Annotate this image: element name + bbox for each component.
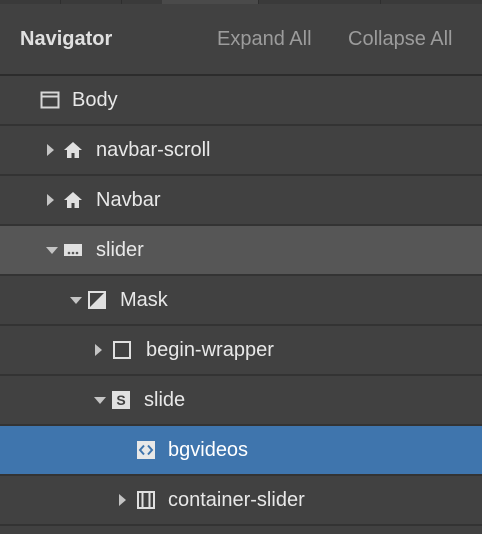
expand-caret-icon[interactable] — [91, 326, 105, 374]
collapse-caret-icon[interactable] — [69, 276, 83, 324]
collapse-caret-icon[interactable] — [93, 376, 107, 424]
home-icon — [63, 140, 83, 160]
slide-icon: S — [111, 390, 131, 410]
collapse-caret-icon[interactable] — [45, 226, 59, 274]
tree-row-label: Mask — [120, 289, 168, 311]
tree-row-label: container-slider — [168, 489, 305, 511]
tree-row-label: slider — [96, 239, 144, 261]
collapse-all-button[interactable]: Collapse All — [348, 28, 453, 51]
expand-caret-icon[interactable] — [115, 476, 129, 524]
expand-all-button[interactable]: Expand All — [217, 28, 312, 51]
panel-title: Navigator — [20, 28, 113, 50]
tree-row-navbar-scroll[interactable]: navbar-scroll — [0, 126, 482, 176]
tree-row-begin-wrapper[interactable]: begin-wrapper — [0, 326, 482, 376]
tree-row-label: begin-wrapper — [146, 339, 274, 361]
div-block-icon — [112, 340, 132, 360]
tree-row-bgvideos[interactable]: bgvideos — [0, 426, 482, 476]
svg-text:S: S — [116, 392, 125, 408]
expand-caret-icon[interactable] — [43, 126, 57, 174]
tree-row-navbar[interactable]: Navbar — [0, 176, 482, 226]
home-icon — [63, 190, 83, 210]
embed-icon — [136, 440, 156, 460]
tree-row-container-slider[interactable]: container-slider — [0, 476, 482, 526]
tree-row-label: slide — [144, 389, 186, 411]
navigator-header: Navigator Expand All Collapse All — [0, 4, 482, 76]
tree-row-label: Navbar — [96, 189, 161, 211]
mask-icon — [87, 290, 107, 310]
container-icon — [136, 490, 156, 510]
tree-row-label: navbar-scroll — [96, 139, 211, 161]
tree-row-slider[interactable]: slider — [0, 226, 482, 276]
tree-row-body[interactable]: Body — [0, 76, 482, 126]
navigator-tree: Body navbar-scroll Navbar slider Mask be… — [0, 76, 482, 526]
tree-row-label: bgvideos — [168, 439, 249, 461]
tree-row-slide[interactable]: S slide — [0, 376, 482, 426]
body-icon — [40, 90, 60, 110]
slider-icon — [63, 240, 83, 260]
tree-row-mask[interactable]: Mask — [0, 276, 482, 326]
tree-row-label: Body — [72, 89, 118, 111]
expand-caret-icon[interactable] — [43, 176, 57, 224]
